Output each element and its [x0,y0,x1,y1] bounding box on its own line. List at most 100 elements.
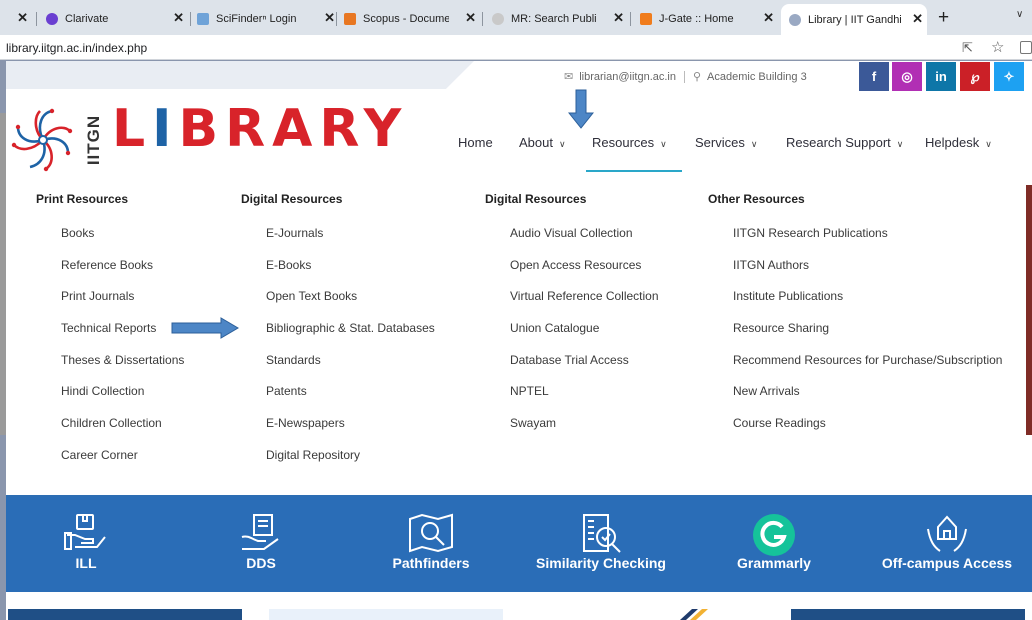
menu-item-bibliographic-databases[interactable]: Bibliographic & Stat. Databases [266,321,435,335]
menu-item-reference-books[interactable]: Reference Books [61,258,153,272]
menu-item-iitgn-authors[interactable]: IITGN Authors [733,258,809,272]
service-label: DDS [246,555,276,571]
tab-close-icon[interactable]: ✕ [613,10,624,26]
menu-heading-digital-resources: Digital Resources [485,192,587,206]
menu-item-virtual-reference-collection[interactable]: Virtual Reference Collection [510,289,659,303]
browser-tab[interactable]: Scopus - Documen ✕ [344,6,480,31]
menu-item-open-text-books[interactable]: Open Text Books [266,289,357,303]
browser-tab[interactable]: Clarivate ✕ [46,6,188,31]
featured-card[interactable] [269,609,503,620]
tab-separator [36,12,37,26]
menu-item-resource-sharing[interactable]: Resource Sharing [733,321,829,335]
library-favicon-icon [789,13,801,26]
tab-separator [630,12,631,26]
tab-close-icon[interactable]: ✕ [912,11,923,27]
bookmark-star-icon[interactable]: ☆ [991,38,1004,56]
menu-item-technical-reports[interactable]: Technical Reports [61,321,156,335]
menu-item-database-trial-access[interactable]: Database Trial Access [510,353,629,367]
contact-location: Academic Building 3 [707,70,807,83]
library-wordmark[interactable]: LIBRARY [112,99,408,159]
menu-item-e-journals[interactable]: E-Journals [266,226,323,240]
linkedin-icon[interactable]: in [926,62,956,91]
menu-heading-digital-resources: Digital Resources [241,192,343,206]
menu-item-e-newspapers[interactable]: E-Newspapers [266,416,345,430]
service-ill[interactable]: ILL [31,497,141,592]
menu-item-union-catalogue[interactable]: Union Catalogue [510,321,599,335]
nav-research-support[interactable]: Research Support ∨ [786,135,903,150]
iitgn-emblem-logo[interactable] [8,105,78,175]
tab-close-icon[interactable]: ✕ [763,10,774,26]
menu-item-patents[interactable]: Patents [266,384,307,398]
nav-about[interactable]: About ∨ [519,135,566,150]
pinterest-icon[interactable]: ℘ [960,62,990,91]
side-panel-icon[interactable] [1020,41,1032,54]
facebook-icon[interactable]: f [859,62,889,91]
menu-item-e-books[interactable]: E-Books [266,258,311,272]
nav-resources[interactable]: Resources ∨ [592,135,667,150]
menu-item-iitgn-research-publications[interactable]: IITGN Research Publications [733,226,888,240]
share-icon[interactable]: ⇱ [962,40,973,56]
url-field[interactable]: library.iitgn.ac.in/index.php [6,41,147,55]
nav-helpdesk[interactable]: Helpdesk ∨ [925,135,992,150]
service-label: Similarity Checking [536,555,666,571]
browser-tab[interactable]: ✕ [0,6,34,31]
chevron-down-icon: ∨ [660,139,667,149]
menu-item-institute-publications[interactable]: Institute Publications [733,289,843,303]
twitter-icon[interactable]: ✧ [994,62,1024,91]
mathscinet-favicon-icon [492,12,504,25]
tab-close-icon[interactable]: ✕ [324,10,335,26]
service-dds[interactable]: DDS [206,497,316,592]
tab-search-chevron-icon[interactable]: ∨ [1016,9,1023,20]
menu-item-theses-dissertations[interactable]: Theses & Dissertations [61,353,184,367]
tab-close-icon[interactable]: ✕ [173,10,184,26]
contact-separator [683,70,685,83]
background-edge-left [0,113,6,435]
new-tab-button[interactable]: + [938,7,949,29]
scopus-favicon-icon [344,12,356,25]
wordmark-book-letter: I [152,99,179,159]
grammarly-icon [753,514,795,556]
menu-item-new-arrivals[interactable]: New Arrivals [733,384,800,398]
menu-item-hindi-collection[interactable]: Hindi Collection [61,384,144,398]
tab-title: J-Gate :: Home [659,12,734,25]
menu-item-children-collection[interactable]: Children Collection [61,416,162,430]
service-grammarly[interactable]: Grammarly [719,497,829,592]
tab-title: MR: Search Publica [511,12,597,25]
menu-item-audio-visual-collection[interactable]: Audio Visual Collection [510,226,633,240]
menu-item-career-corner[interactable]: Career Corner [61,448,138,462]
menu-item-books[interactable]: Books [61,226,94,240]
logo-iitgn-vertical-text: IITGN [84,114,103,166]
menu-item-course-readings[interactable]: Course Readings [733,416,826,430]
menu-item-standards[interactable]: Standards [266,353,321,367]
instagram-icon[interactable]: ◎ [892,62,922,91]
chevron-down-icon: ∨ [985,139,992,149]
scifinder-favicon-icon [197,12,209,25]
wordmark-rest: BRARY [178,99,409,159]
tab-close-icon[interactable]: ✕ [17,10,28,26]
featured-card[interactable] [8,609,242,620]
browser-tab-active[interactable]: Library | IIT Gandhi ✕ [781,4,927,35]
menu-item-digital-repository[interactable]: Digital Repository [266,448,360,462]
menu-item-print-journals[interactable]: Print Journals [61,289,134,303]
service-pathfinders[interactable]: Pathfinders [376,497,486,592]
contact-info: ✉ librarian@iitgn.ac.in ⚲ Academic Build… [564,70,807,83]
contact-email[interactable]: librarian@iitgn.ac.in [579,71,676,83]
browser-tab[interactable]: SciFinderⁿ Login ✕ [197,6,339,31]
tab-separator [482,12,483,26]
browser-tab[interactable]: MR: Search Publica ✕ [492,6,628,31]
menu-item-nptel[interactable]: NPTEL [510,384,549,398]
menu-heading-print-resources: Print Resources [36,192,129,206]
nav-home[interactable]: Home [458,135,493,150]
featured-card[interactable] [791,609,1025,620]
nav-services[interactable]: Services ∨ [695,135,757,150]
service-similarity-checking[interactable]: Similarity Checking [526,497,676,592]
tab-separator [336,12,337,26]
menu-item-recommend-resources[interactable]: Recommend Resources for Purchase/Subscri… [733,353,1002,367]
menu-item-open-access-resources[interactable]: Open Access Resources [510,258,641,272]
browser-tab[interactable]: J-Gate :: Home ✕ [640,6,778,31]
service-off-campus-access[interactable]: Off-campus Access [872,497,1022,592]
menu-item-swayam[interactable]: Swayam [510,416,556,430]
tab-close-icon[interactable]: ✕ [465,10,476,26]
wordmark-letter: L [112,99,153,159]
featured-logo-icon [680,609,708,620]
